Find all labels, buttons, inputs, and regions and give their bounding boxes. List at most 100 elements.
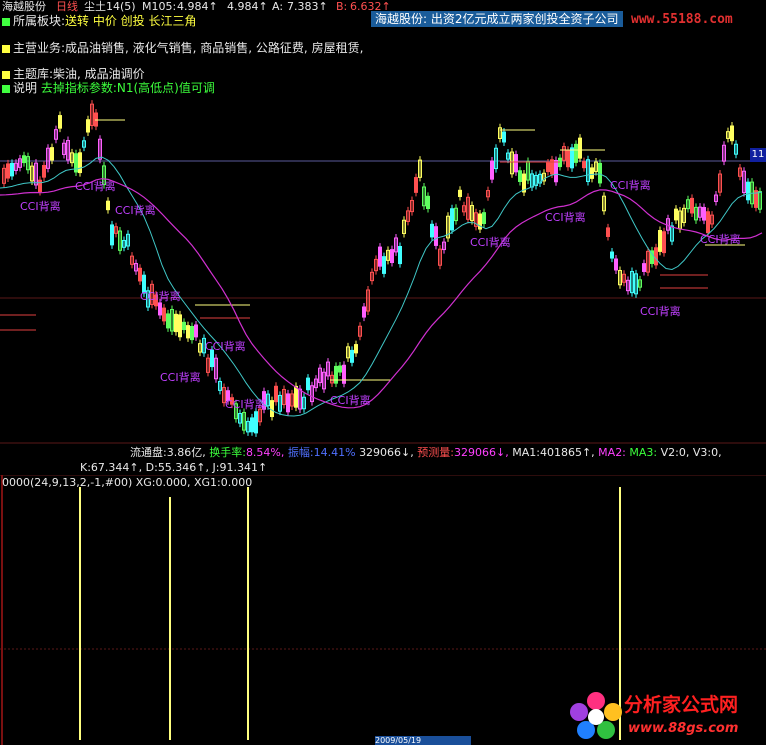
amplitude-value: 14.41% (313, 446, 356, 459)
candle-body (706, 211, 710, 234)
support-resistance-group (0, 119, 745, 381)
candle-body (362, 306, 366, 318)
candle-body (426, 195, 430, 210)
v2-label: V2: (660, 446, 679, 459)
cci-divergence-label: CCI背离 (700, 232, 741, 246)
candle-body (10, 162, 14, 177)
candle-body (674, 208, 678, 221)
d-label: D: (145, 461, 158, 474)
candle-body (274, 385, 278, 403)
candle-body (6, 163, 10, 179)
candle-body (58, 115, 62, 129)
candle-body (574, 143, 578, 163)
candle-body (186, 325, 190, 339)
xg1-value: 0.000 (220, 476, 253, 489)
candles-group (2, 100, 762, 437)
xg1-label: XG1: (194, 476, 221, 489)
candle-body (730, 125, 734, 142)
formula-params-row: 0000(24,9,13,2,-1,#00) XG:0.000, XG1:0.0… (2, 476, 252, 489)
candle-body (342, 364, 346, 384)
forecast-value: 329066↓, (454, 446, 509, 459)
ma1-label: MA1: (512, 446, 540, 459)
candle-body (450, 208, 454, 231)
candle-body (502, 131, 506, 143)
candle-body (166, 313, 170, 329)
candle-body (286, 393, 290, 413)
candle-body (582, 161, 586, 169)
candle-body (414, 177, 418, 193)
candle-body (390, 249, 394, 264)
v3-label: V3: (692, 446, 712, 459)
moving-average-cyan (0, 156, 763, 417)
xg-value: 0.000, (155, 476, 191, 489)
candle-body (434, 226, 438, 246)
candle-body (270, 400, 274, 418)
candle-body (658, 230, 662, 252)
candle-body (570, 147, 574, 169)
candle-body (662, 231, 666, 254)
candle-body (458, 189, 462, 198)
turnover-value: 8.54%, (245, 446, 285, 459)
candle-body (606, 227, 610, 237)
candle-body (22, 155, 26, 164)
cci-divergence-label: CCI背离 (205, 339, 246, 353)
date-cursor: 2009/05/19 (375, 736, 471, 745)
candle-body (38, 179, 42, 192)
candle-body (546, 162, 550, 173)
signal-bars-group (79, 487, 621, 740)
candle-body (702, 207, 706, 221)
candle-body (554, 159, 558, 183)
k-value: 67.344↑, (90, 461, 143, 474)
candlestick-chart[interactable]: CCI背离 CCI背离 CCI背离 CCI背离 CCI背离 CCI背离 CCI背离 CCI背离… (0, 0, 766, 445)
candle-body (174, 313, 178, 333)
candle-body (110, 224, 114, 246)
float-value: 3.86亿, (166, 446, 206, 459)
stock-chart-window: 海越股份 日线 尘土14(5) M105: 4.984↑ 4.984↑ A: 7… (0, 0, 766, 745)
status-row: 流通盘:3.86亿, 换手率:8.54%, 振幅:14.41% 329066↓,… (130, 446, 722, 459)
candle-body (490, 160, 494, 180)
candle-body (642, 263, 646, 272)
cci-divergence-label: CCI背离 (115, 203, 156, 217)
v3-value: 0, (711, 446, 722, 459)
cci-divergence-label: CCI背离 (545, 210, 586, 224)
cci-divergence-label: CCI背离 (160, 370, 201, 384)
cci-divergence-label: CCI背离 (640, 304, 681, 318)
candle-body (42, 165, 46, 178)
candle-body (162, 307, 166, 322)
candle-body (138, 267, 142, 282)
candle-body (334, 365, 338, 384)
j-value: 91.341↑ (219, 461, 268, 474)
candle-body (306, 377, 310, 391)
ma1-value: 401865↑, (539, 446, 595, 459)
turnover-label: 换手率: (209, 446, 246, 459)
candle-body (598, 162, 602, 184)
d-value: 55.346↑, (157, 461, 210, 474)
candle-body (106, 200, 110, 211)
candle-body (514, 154, 518, 173)
cci-divergence-label: CCI背离 (330, 393, 371, 407)
candle-body (746, 181, 750, 201)
candle-body (194, 324, 198, 338)
cci-divergence-label: CCI背离 (470, 235, 511, 249)
cci-divergence-label: CCI背离 (75, 179, 116, 193)
forecast-label: 预测量: (417, 446, 454, 459)
candle-body (78, 152, 82, 174)
cci-divergence-label: CCI背离 (610, 178, 651, 192)
candle-body (182, 321, 186, 331)
candle-body (610, 251, 614, 259)
candle-body (382, 256, 386, 274)
candle-body (254, 411, 258, 434)
site-logo: 分析家公式网 www.88gs.com (566, 688, 766, 745)
candle-body (614, 258, 618, 271)
candle-body (178, 314, 182, 338)
flower-logo-icon (570, 692, 622, 739)
candle-body (378, 246, 382, 267)
logo-url[interactable]: www.88gs.com (628, 721, 738, 736)
candle-body (190, 325, 194, 341)
candle-body (590, 167, 594, 179)
v2-value: 0, (678, 446, 690, 459)
candle-body (294, 385, 298, 408)
cci-divergence-label: CCI背离 (225, 397, 266, 411)
xg-label: XG: (135, 476, 156, 489)
candle-body (398, 245, 402, 265)
